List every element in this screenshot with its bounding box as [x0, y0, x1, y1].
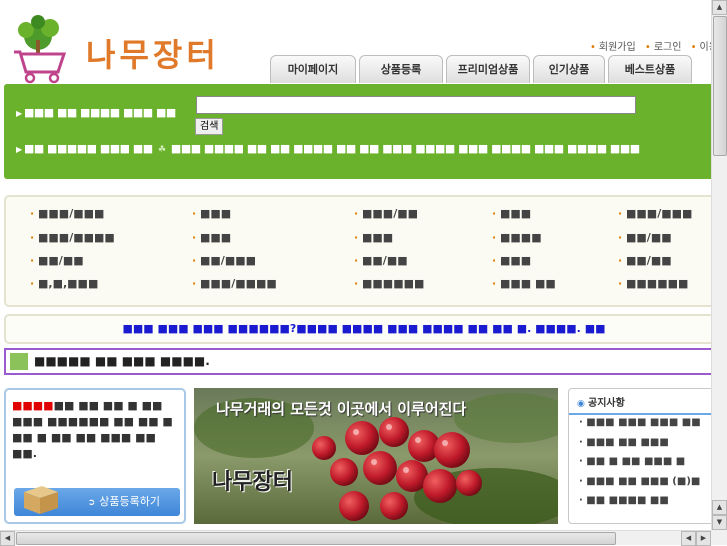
promo-box: ■■■■■■ ■■ ■■ ■ ■■ ■■■ ■■■■■■ ■■ ■■ ■ ■■ … [4, 388, 186, 524]
category-item[interactable]: ■■■■ [492, 231, 542, 244]
top-links: 회원가입 로그인 이용안내 [590, 38, 711, 53]
box-icon [24, 486, 58, 514]
arrow-right-icon: ➲ [87, 498, 96, 508]
search-button[interactable]: 검색 [195, 118, 224, 135]
notice-board: 공지사항 ■■■ ■■■ ■■■ ■■ ■■■ ■■ ■■■ ■■ ■ ■■ ■… [568, 388, 711, 524]
horizontal-scroll-thumb[interactable] [16, 532, 616, 545]
tab-mypage[interactable]: 마이페이지 [270, 55, 356, 83]
category-item[interactable]: ■,■,■■■ [30, 277, 98, 290]
vertical-scrollbar[interactable]: ▲ ▲ ▼ [711, 0, 727, 530]
category-item[interactable]: ■■■ [492, 254, 531, 267]
register-product-label: 상품등록하기 [99, 495, 160, 508]
category-item[interactable]: ■■■/■■■ [618, 207, 692, 220]
popular-label: ■■ ■■■■■ ■■■ ■■ [23, 142, 153, 155]
scroll-down-icon[interactable]: ▼ [712, 515, 727, 530]
notice-list: ■■■ ■■■ ■■■ ■■ ■■■ ■■ ■■■ ■■ ■ ■■ ■■■ ■ … [579, 417, 701, 515]
promo-highlight: ■■■■ [12, 399, 54, 412]
notice-item[interactable]: ■■■ ■■ ■■■ (■)■ [579, 476, 701, 496]
search-bar: ■■■ ■■ ■■■■ ■■■ ■■ 검색 ■■ ■■■■■ ■■■ ■■ ☘ … [4, 84, 711, 179]
notice-item[interactable]: ■■ ■■■■ ■■ [579, 495, 701, 515]
notice-item[interactable]: ■■■ ■■ ■■■ [579, 437, 701, 457]
scroll-up-small-icon[interactable]: ▲ [712, 500, 727, 515]
site-logo[interactable]: 나무장터 [8, 14, 248, 84]
scrollbar-corner [711, 530, 727, 545]
promo-text: ■■■■■■ ■■ ■■ ■ ■■ ■■■ ■■■■■■ ■■ ■■ ■ ■■ … [12, 398, 180, 462]
join-link[interactable]: 회원가입 [590, 42, 636, 53]
category-item[interactable]: ■■■ ■■ [492, 277, 556, 290]
announcement-text[interactable]: ■■■■■ ■■ ■■■ ■■■■. [34, 354, 210, 368]
category-item[interactable]: ■■/■■ [618, 254, 672, 267]
category-item[interactable]: ■■■■■■ [354, 277, 424, 290]
notice-board-title[interactable]: 공지사항 [577, 394, 625, 409]
search-label: ■■■ ■■ ■■■■ ■■■ ■■ [16, 106, 176, 119]
banner-title: 나무거래의 모든것 이곳에서 이루어진다 [216, 400, 467, 418]
category-item[interactable]: ■■■/■■■■ [192, 277, 277, 290]
tab-popular[interactable]: 인기상품 [533, 55, 605, 83]
category-item[interactable]: ■■■/■■ [354, 207, 418, 220]
tab-best[interactable]: 베스트상품 [608, 55, 692, 83]
category-item[interactable]: ■■/■■ [618, 231, 672, 244]
popular-keywords: ■■ ■■■■■ ■■■ ■■ ☘ ■■■ ■■■■ ■■ ■■ ■■■■ ■■… [16, 142, 640, 155]
horizontal-scrollbar[interactable]: ◀ ◀ ▶ [0, 530, 711, 546]
banner-brand: 나무장터 [212, 470, 293, 495]
search-input[interactable] [196, 96, 636, 114]
guide-link[interactable]: 이용안내 [691, 42, 711, 53]
category-item[interactable]: ■■■ [492, 207, 531, 220]
popular-terms[interactable]: ■■■ ■■■■ ■■ ■■ ■■■■ ■■ ■■ ■■■ ■■■■ ■■■ ■… [171, 142, 640, 155]
page: 나무장터 회원가입 로그인 이용안내 마이페이지 상품등록 프리미엄상품 인기상… [0, 0, 711, 530]
category-item[interactable]: ■■■/■■■■ [30, 231, 115, 244]
scroll-right-icon[interactable]: ▶ [696, 531, 711, 546]
category-item[interactable]: ■■■■■■ [618, 277, 688, 290]
notice-board-header: 공지사항 [569, 389, 711, 415]
category-item[interactable]: ■■/■■■ [192, 254, 256, 267]
category-item[interactable]: ■■/■■ [354, 254, 408, 267]
notice-strip[interactable]: ■■■ ■■■ ■■■ ■■■■■■?■■■■ ■■■■ ■■■ ■■■■ ■■… [4, 314, 711, 344]
scroll-left-icon[interactable]: ◀ [0, 531, 15, 546]
leaf-icon: ☘ [158, 145, 166, 155]
category-item[interactable]: ■■■ [354, 231, 393, 244]
logo-text: 나무장터 [86, 36, 220, 74]
hero-banner[interactable]: 나무거래의 모든것 이곳에서 이루어진다 나무장터 [194, 388, 558, 524]
notice-item[interactable]: ■■ ■ ■■ ■■■ ■ [579, 456, 701, 476]
vertical-scroll-thumb[interactable] [713, 16, 727, 156]
scroll-left-small-icon[interactable]: ◀ [681, 531, 696, 546]
category-item[interactable]: ■■/■■ [30, 254, 84, 267]
scroll-up-icon[interactable]: ▲ [712, 0, 727, 15]
green-square-icon [10, 353, 28, 370]
category-item[interactable]: ■■■ [192, 231, 231, 244]
notice-item[interactable]: ■■■ ■■■ ■■■ ■■ [579, 417, 700, 437]
category-box: ■■■/■■■ ■■■ ■■■/■■ ■■■ ■■■/■■■ ■■■/■■■■ … [4, 195, 711, 307]
login-link[interactable]: 로그인 [645, 42, 682, 53]
announcement-strip: ■■■■■ ■■ ■■■ ■■■■. [4, 348, 711, 375]
category-item[interactable]: ■■■/■■■ [30, 207, 104, 220]
category-item[interactable]: ■■■ [192, 207, 231, 220]
tab-register[interactable]: 상품등록 [359, 55, 443, 83]
register-product-button[interactable]: ➲ 상품등록하기 [14, 486, 180, 516]
tab-premium[interactable]: 프리미엄상품 [446, 55, 530, 83]
